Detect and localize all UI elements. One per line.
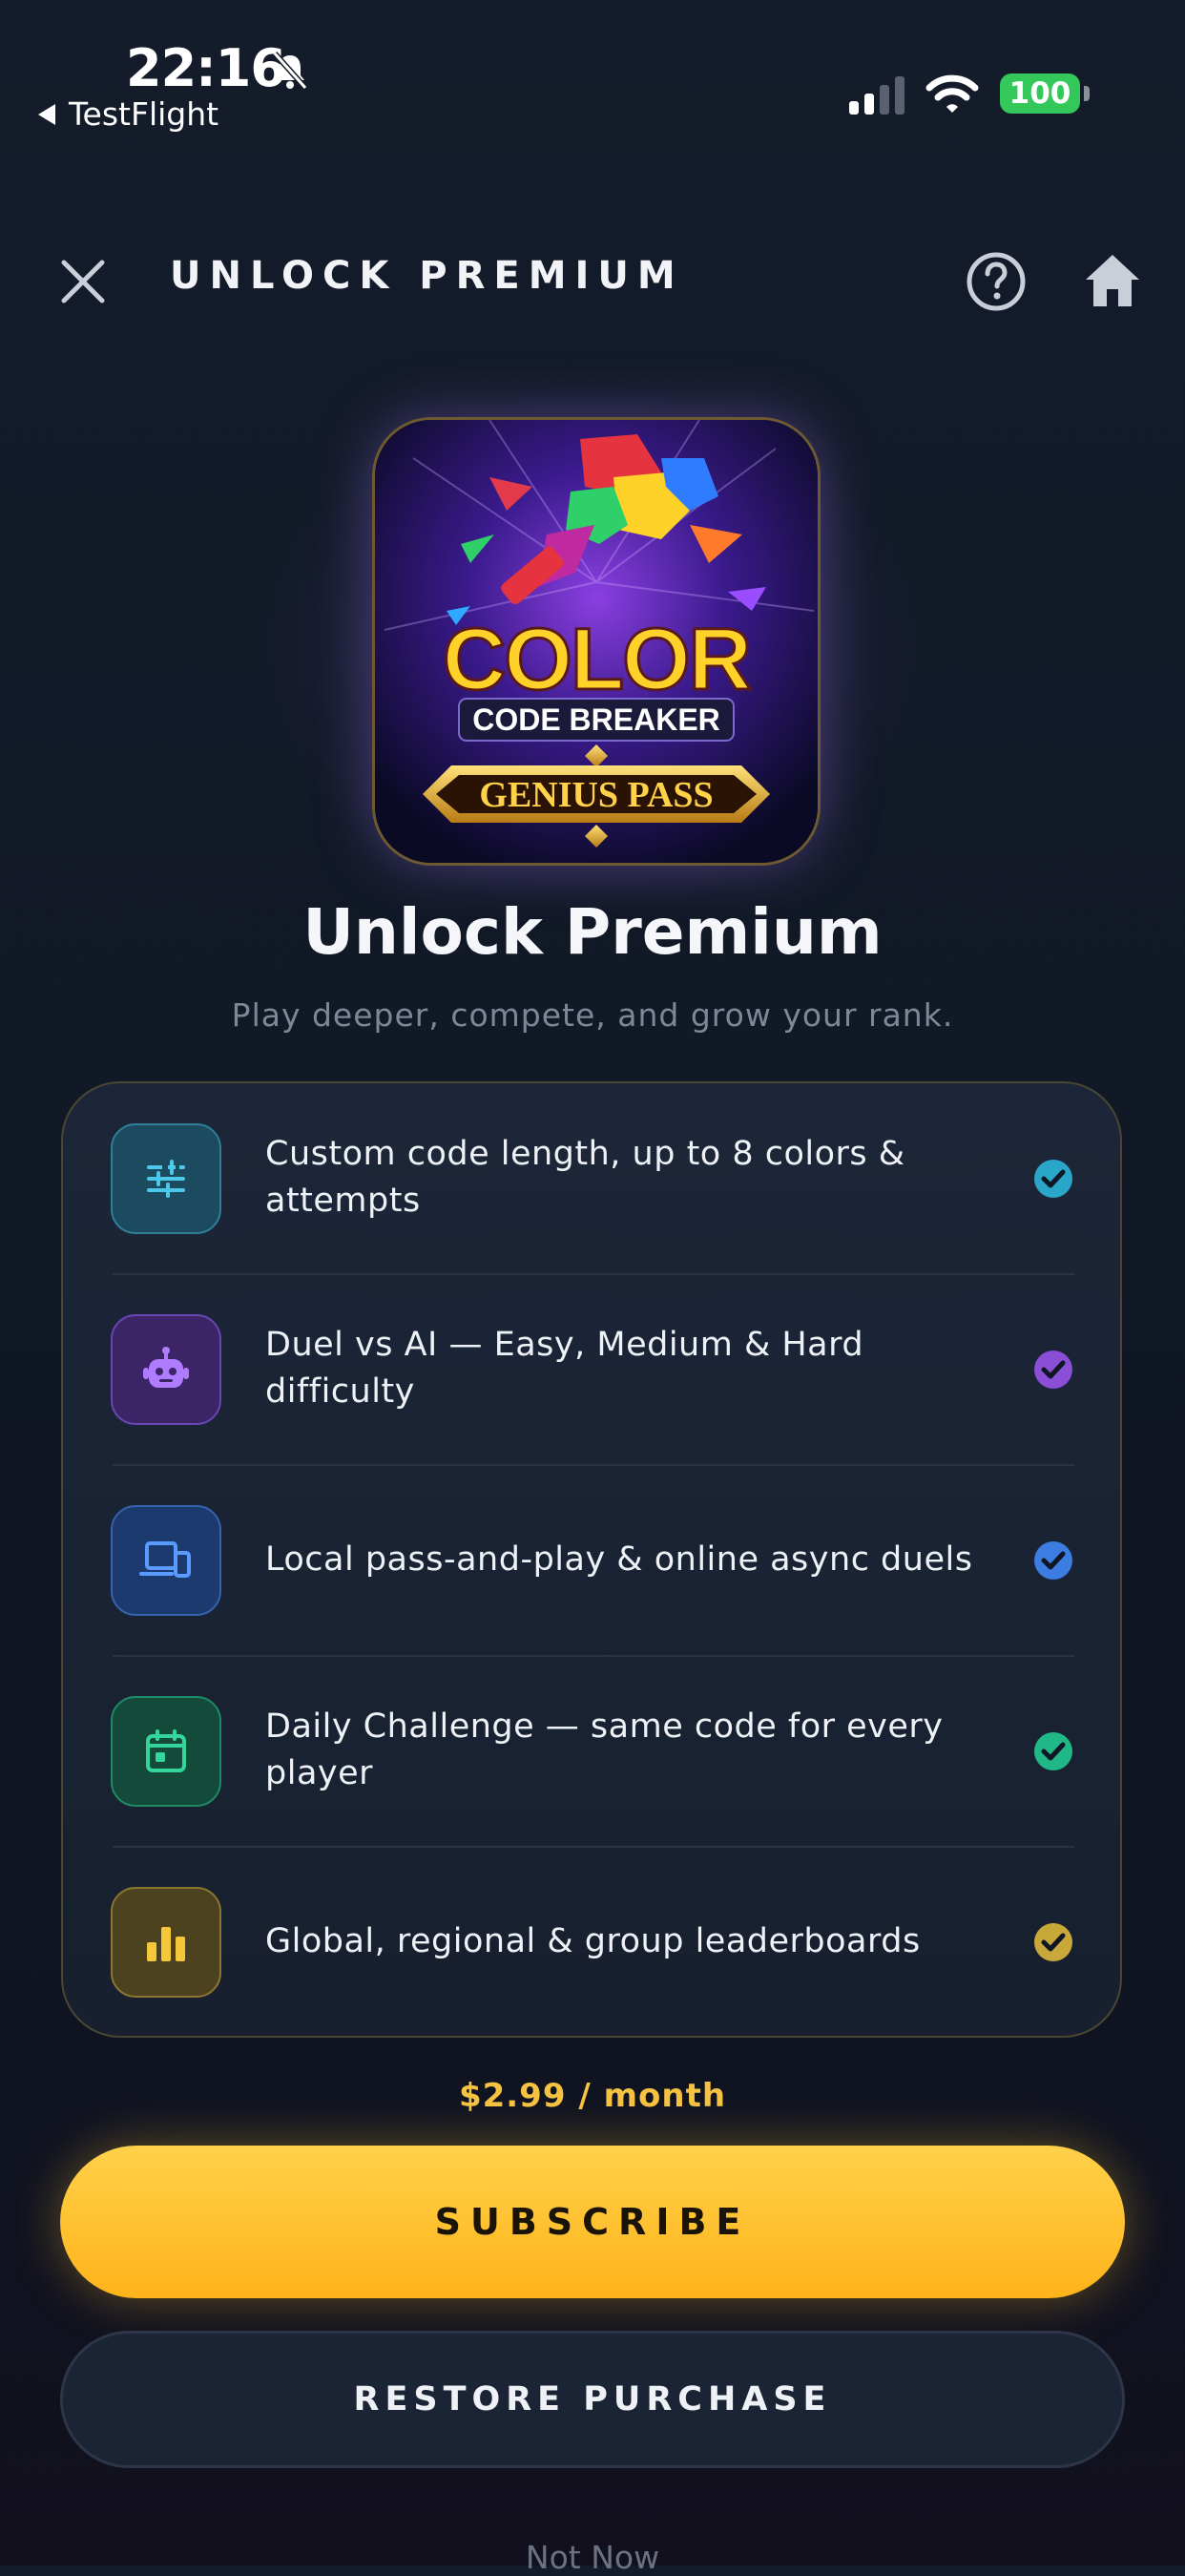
genius-pass-artwork: COLOR CODE BREAKER GENIUS PASS	[372, 417, 821, 866]
back-triangle-icon	[38, 103, 55, 125]
restore-purchase-button[interactable]: RESTORE PURCHASE	[60, 2331, 1125, 2468]
not-now-button[interactable]: Not Now	[0, 2539, 1185, 2576]
robot-icon	[111, 1314, 221, 1425]
price-label: $2.99 / month	[458, 2077, 727, 2115]
battery-cap	[1084, 86, 1090, 101]
home-icon[interactable]	[1082, 251, 1143, 310]
artwork-subtitle: CODE BREAKER	[472, 702, 720, 737]
artwork-badge: GENIUS PASS	[479, 775, 713, 815]
feature-text: Duel vs AI — Easy, Medium & Hard difficu…	[265, 1326, 864, 1411]
help-icon[interactable]	[966, 251, 1027, 312]
battery-level: 100	[1008, 76, 1071, 111]
features-card: Custom code length, up to 8 colors & att…	[61, 1081, 1122, 2038]
back-to-testflight[interactable]: TestFlight	[38, 95, 218, 133]
check-circle-icon	[1034, 1351, 1072, 1389]
artwork-svg: COLOR CODE BREAKER GENIUS PASS	[375, 420, 818, 863]
feature-text: Local pass-and-play & online async duels	[265, 1540, 973, 1579]
header-title: UNLOCK PREMIUM	[170, 254, 684, 298]
back-label: TestFlight	[69, 95, 219, 133]
check-circle-icon	[1034, 1732, 1072, 1770]
page-title: Unlock Premium	[302, 895, 883, 969]
feature-item: Local pass-and-play & online async duels	[63, 1465, 1120, 1656]
close-icon[interactable]	[57, 256, 109, 307]
artwork-title: COLOR	[443, 611, 751, 708]
calendar-icon	[111, 1696, 221, 1807]
feature-item: Custom code length, up to 8 colors & att…	[63, 1083, 1120, 1274]
sliders-icon	[111, 1123, 221, 1234]
bar-chart-icon	[111, 1887, 221, 1998]
check-circle-icon	[1034, 1923, 1072, 1961]
signal-icon	[849, 76, 904, 115]
page-subtitle: Play deeper, compete, and grow your rank…	[231, 996, 954, 1034]
feature-item: Daily Challenge — same code for every pl…	[63, 1656, 1120, 1847]
feature-item: Global, regional & group leaderboards	[63, 1847, 1120, 2038]
bell-slash-icon	[272, 52, 308, 90]
subscribe-button[interactable]: SUBSCRIBE	[60, 2146, 1125, 2298]
feature-item: Duel vs AI — Easy, Medium & Hard difficu…	[63, 1274, 1120, 1465]
feature-text: Global, regional & group leaderboards	[265, 1922, 921, 1960]
check-circle-icon	[1034, 1541, 1072, 1580]
feature-text: Daily Challenge — same code for every pl…	[265, 1707, 944, 1792]
wifi-icon	[925, 74, 979, 113]
check-circle-icon	[1034, 1160, 1072, 1198]
status-time: 22:16	[126, 38, 286, 98]
battery-indicator: 100	[1000, 73, 1080, 114]
devices-icon	[111, 1505, 221, 1616]
feature-text: Custom code length, up to 8 colors & att…	[265, 1135, 905, 1220]
